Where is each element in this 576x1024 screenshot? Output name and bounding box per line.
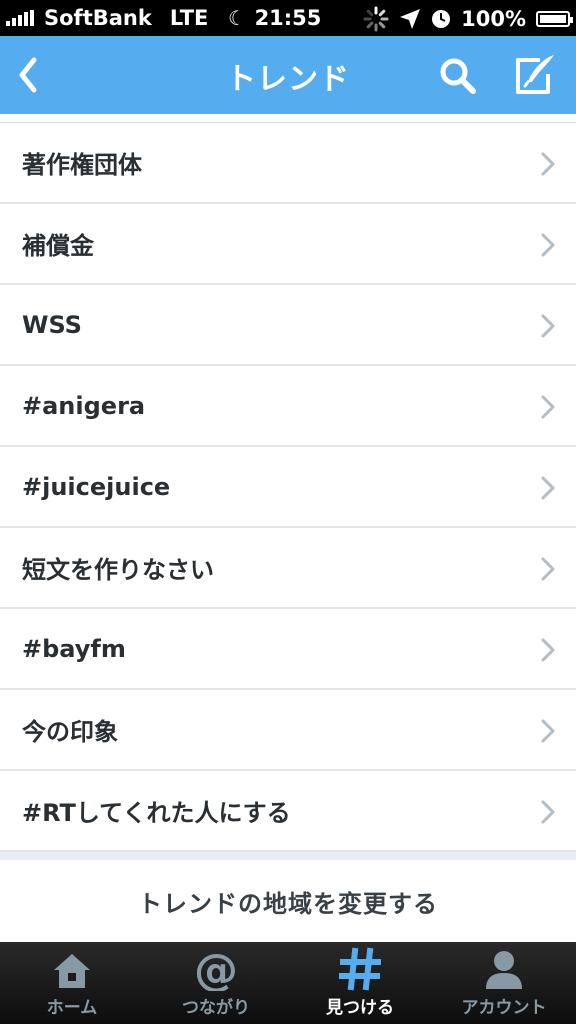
tab-home[interactable]: ホーム — [0, 942, 144, 1024]
tab-discover[interactable]: 見つける — [288, 942, 432, 1024]
trend-row[interactable]: 著作権団体 — [0, 123, 576, 204]
chevron-right-icon — [541, 233, 555, 257]
nav-bar: トレンド — [0, 36, 576, 114]
location-arrow-icon — [400, 9, 421, 29]
chevron-right-icon — [541, 395, 555, 419]
page-title: トレンド — [226, 62, 350, 97]
trends-list: 著作権団体 補償金 WSS #anigera #juicejuice 短文を作り… — [0, 122, 576, 852]
chevron-right-icon — [541, 719, 555, 743]
alarm-clock-icon — [432, 10, 451, 28]
trend-label: 今の印象 — [22, 718, 118, 746]
trend-row[interactable]: 短文を作りなさい — [0, 528, 576, 609]
home-icon — [54, 954, 90, 988]
tab-account[interactable]: アカウント — [432, 942, 576, 1024]
trend-row[interactable]: 補償金 — [0, 204, 576, 285]
change-trend-region-button[interactable]: トレンドの地域を変更する — [0, 860, 576, 942]
search-icon[interactable] — [438, 56, 478, 96]
hashtag-icon — [339, 947, 381, 991]
battery-icon — [536, 11, 573, 27]
chevron-right-icon — [541, 314, 555, 338]
chevron-right-icon — [541, 800, 555, 824]
status-right: 100% — [363, 6, 573, 32]
battery-percent: 100% — [461, 7, 526, 31]
tab-label: つながり — [182, 998, 250, 1018]
activity-spinner-icon — [363, 6, 389, 32]
trend-label: #anigera — [22, 391, 146, 420]
trend-label: WSS — [22, 310, 82, 339]
person-icon — [486, 951, 522, 989]
trend-row[interactable]: #juicejuice — [0, 447, 576, 528]
compose-tweet-icon[interactable] — [510, 52, 558, 100]
trend-row[interactable]: WSS — [0, 285, 576, 366]
tab-connect[interactable]: @ つながり — [144, 942, 288, 1024]
trend-label: #juicejuice — [22, 472, 171, 501]
trend-label: 補償金 — [22, 232, 94, 260]
trend-label: #RTしてくれた人にする — [22, 799, 291, 827]
tab-label: ホーム — [46, 998, 98, 1018]
tab-label: 見つける — [326, 998, 394, 1018]
trend-label: #bayfm — [22, 634, 126, 663]
trend-label: 著作権団体 — [22, 151, 142, 179]
trend-row[interactable]: #bayfm — [0, 609, 576, 690]
tab-label: アカウント — [461, 998, 547, 1018]
trend-label: 短文を作りなさい — [22, 556, 214, 584]
section-divider — [0, 852, 576, 860]
status-bar: SoftBank LTE ☾ 21:55 100% — [0, 0, 576, 36]
chevron-right-icon — [541, 476, 555, 500]
chevron-right-icon — [541, 152, 555, 176]
tab-bar: ホーム @ つながり 見つける アカウント — [0, 942, 576, 1024]
trend-row[interactable]: 今の印象 — [0, 690, 576, 771]
chevron-right-icon — [541, 638, 555, 662]
svg-text:@: @ — [194, 947, 238, 991]
chevron-right-icon — [541, 557, 555, 581]
trend-row[interactable]: #RTしてくれた人にする — [0, 771, 576, 852]
at-icon: @ — [194, 947, 238, 991]
trend-row[interactable]: #anigera — [0, 366, 576, 447]
